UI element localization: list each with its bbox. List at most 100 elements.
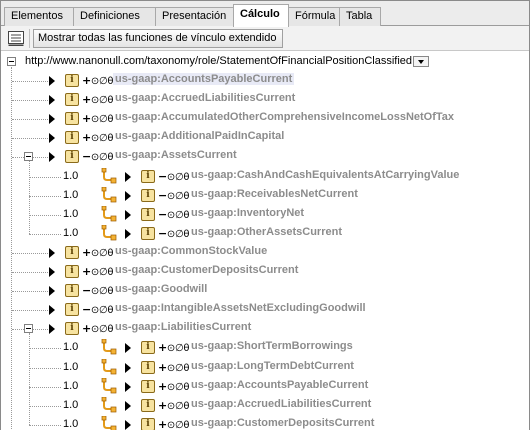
info-icon[interactable]: i: [65, 245, 79, 259]
tree-child-node[interactable]: 1.0 i +⊙∅θ us-gaap:CustomerDepositsCurrent: [1, 415, 529, 430]
period-symbols: ⊙∅θ: [90, 247, 114, 259]
concept-name[interactable]: us-gaap:AccruedLiabilitiesCurrent: [113, 92, 297, 104]
play-arrow-icon[interactable]: [125, 419, 131, 430]
tree-connector: [29, 386, 61, 388]
tree-node[interactable]: i −⊙∅θ us-gaap:Goodwill: [1, 281, 529, 300]
play-arrow-icon[interactable]: [49, 152, 55, 163]
concept-name[interactable]: us-gaap:ShortTermBorrowings: [189, 340, 355, 352]
concept-name[interactable]: us-gaap:AdditionalPaidInCapital: [113, 130, 286, 142]
concept-name[interactable]: us-gaap:OtherAssetsCurrent: [189, 226, 344, 238]
play-arrow-icon[interactable]: [49, 286, 55, 297]
tree-child-node[interactable]: 1.0 i −⊙∅θ us-gaap:InventoryNet: [1, 205, 529, 224]
play-arrow-icon[interactable]: [49, 114, 55, 125]
collapse-minus-icon[interactable]: [24, 324, 33, 334]
concept-name[interactable]: us-gaap:LiabilitiesCurrent: [113, 321, 253, 333]
tree-connector: [29, 214, 61, 216]
link-list-icon[interactable]: [7, 29, 25, 47]
tree-node[interactable]: i +⊙∅θ us-gaap:AccruedLiabilitiesCurrent: [1, 90, 529, 109]
tab-elementos[interactable]: Elementos: [4, 7, 74, 26]
concept-name[interactable]: us-gaap:AccountsPayableCurrent: [189, 379, 370, 391]
info-icon[interactable]: i: [65, 265, 79, 278]
collapse-minus-icon[interactable]: [24, 152, 33, 162]
info-icon[interactable]: i: [141, 207, 155, 221]
play-arrow-icon[interactable]: [125, 343, 131, 354]
tree-child-node[interactable]: 1.0 i +⊙∅θ us-gaap:ShortTermBorrowings: [1, 338, 529, 357]
weight-value: 1.0: [63, 417, 79, 430]
tree-child-node[interactable]: 1.0 i +⊙∅θ us-gaap:AccruedLiabilitiesCurren…: [1, 396, 529, 415]
tab-tabla[interactable]: Tabla: [339, 7, 381, 26]
concept-name[interactable]: us-gaap:CustomerDepositsCurrent: [189, 417, 376, 429]
tree-node[interactable]: i +⊙∅θ us-gaap:CommonStockValue: [1, 243, 529, 262]
concept-name[interactable]: us-gaap:AssetsCurrent: [113, 149, 239, 161]
tree-node[interactable]: i +⊙∅θ us-gaap:AccumulatedOtherComprehensi…: [1, 109, 529, 128]
info-icon[interactable]: i: [65, 150, 79, 164]
play-arrow-icon[interactable]: [125, 190, 131, 201]
tree-connector: [12, 81, 48, 82]
concept-name[interactable]: us-gaap:CustomerDepositsCurrent: [113, 264, 300, 276]
tab-presentacion[interactable]: Presentación: [155, 7, 234, 26]
info-icon[interactable]: i: [65, 303, 79, 317]
tree-node[interactable]: i +⊙∅θ us-gaap:LiabilitiesCurrent: [1, 319, 529, 338]
play-arrow-icon[interactable]: [49, 133, 55, 144]
tree-guide-line: [29, 161, 30, 234]
concept-name[interactable]: us-gaap:Goodwill: [113, 283, 209, 295]
tree-child-node[interactable]: 1.0 i −⊙∅θ us-gaap:OtherAssetsCurrent: [1, 224, 529, 243]
tab-calculo[interactable]: Cálculo: [233, 4, 289, 27]
info-icon[interactable]: i: [141, 398, 155, 412]
tree-connector: [29, 233, 61, 235]
tree-node[interactable]: i +⊙∅θ us-gaap:AccountsPayableCurrent: [1, 71, 529, 90]
tree-node[interactable]: i +⊙∅θ us-gaap:AdditionalPaidInCapital: [1, 128, 529, 147]
tree-node[interactable]: i −⊙∅θ us-gaap:IntangibleAssetsNetExcludin…: [1, 300, 529, 319]
play-arrow-icon[interactable]: [125, 171, 131, 182]
info-icon[interactable]: i: [65, 284, 79, 298]
play-arrow-icon[interactable]: [49, 267, 55, 277]
tree-child-node[interactable]: 1.0 i +⊙∅θ us-gaap:AccountsPayableCurrent: [1, 377, 529, 396]
info-icon[interactable]: i: [65, 93, 79, 107]
play-arrow-icon[interactable]: [49, 95, 55, 106]
calculation-link-icon: [101, 205, 117, 222]
info-icon[interactable]: i: [141, 341, 155, 355]
info-icon[interactable]: i: [141, 360, 155, 374]
concept-name[interactable]: us-gaap:ReceivablesNetCurrent: [189, 188, 360, 200]
tree-child-node[interactable]: 1.0 i −⊙∅θ us-gaap:CashAndCashEquivalentsAt…: [1, 167, 529, 186]
play-arrow-icon[interactable]: [49, 247, 55, 258]
period-symbols: ⊙∅θ: [166, 419, 190, 430]
info-icon[interactable]: i: [141, 169, 155, 183]
concept-name[interactable]: us-gaap:CommonStockValue: [113, 245, 269, 257]
info-icon[interactable]: i: [65, 322, 79, 336]
play-arrow-icon[interactable]: [49, 76, 55, 86]
tab-formula[interactable]: Fórmula: [288, 7, 340, 26]
weight-value: 1.0: [63, 226, 79, 239]
info-icon[interactable]: i: [65, 112, 79, 126]
concept-name[interactable]: us-gaap:IntangibleAssetsNetExcludingGood…: [113, 302, 368, 314]
tree-connector: [12, 252, 48, 254]
concept-name[interactable]: us-gaap:CashAndCashEquivalentsAtCarrying…: [189, 169, 461, 181]
concept-name[interactable]: us-gaap:LongTermDebtCurrent: [189, 360, 356, 372]
info-icon[interactable]: i: [65, 74, 79, 87]
dropdown-arrow-icon[interactable]: [413, 56, 429, 67]
tree-child-node[interactable]: 1.0 i +⊙∅θ us-gaap:LongTermDebtCurrent: [1, 358, 529, 377]
concept-name[interactable]: us-gaap:AccountsPayableCurrent: [113, 73, 295, 85]
tree-node[interactable]: i +⊙∅θ us-gaap:CustomerDepositsCurrent: [1, 262, 529, 281]
info-icon[interactable]: i: [141, 379, 155, 393]
tree-node[interactable]: i −⊙∅θ us-gaap:AssetsCurrent: [1, 147, 529, 166]
info-icon[interactable]: i: [141, 417, 155, 430]
play-arrow-icon[interactable]: [125, 228, 131, 239]
play-arrow-icon[interactable]: [49, 324, 55, 335]
play-arrow-icon[interactable]: [125, 362, 131, 373]
info-icon[interactable]: i: [141, 226, 155, 240]
play-arrow-icon[interactable]: [125, 381, 131, 392]
play-arrow-icon[interactable]: [125, 209, 131, 220]
concept-name[interactable]: us-gaap:AccruedLiabilitiesCurrent: [189, 398, 373, 410]
concept-name[interactable]: us-gaap:InventoryNet: [189, 207, 306, 219]
play-arrow-icon[interactable]: [49, 305, 55, 316]
show-all-links-button[interactable]: Mostrar todas las funciones de vínculo e…: [33, 29, 284, 48]
info-icon[interactable]: i: [65, 131, 79, 145]
concept-name[interactable]: us-gaap:AccumulatedOtherComprehensiveInc…: [113, 111, 456, 123]
tab-definiciones[interactable]: Definiciones: [73, 7, 156, 26]
period-symbols: ⊙∅θ: [90, 95, 114, 107]
collapse-minus-icon[interactable]: [7, 57, 16, 66]
tree-child-node[interactable]: 1.0 i −⊙∅θ us-gaap:ReceivablesNetCurrent: [1, 186, 529, 205]
info-icon[interactable]: i: [141, 188, 155, 202]
play-arrow-icon[interactable]: [125, 400, 131, 411]
